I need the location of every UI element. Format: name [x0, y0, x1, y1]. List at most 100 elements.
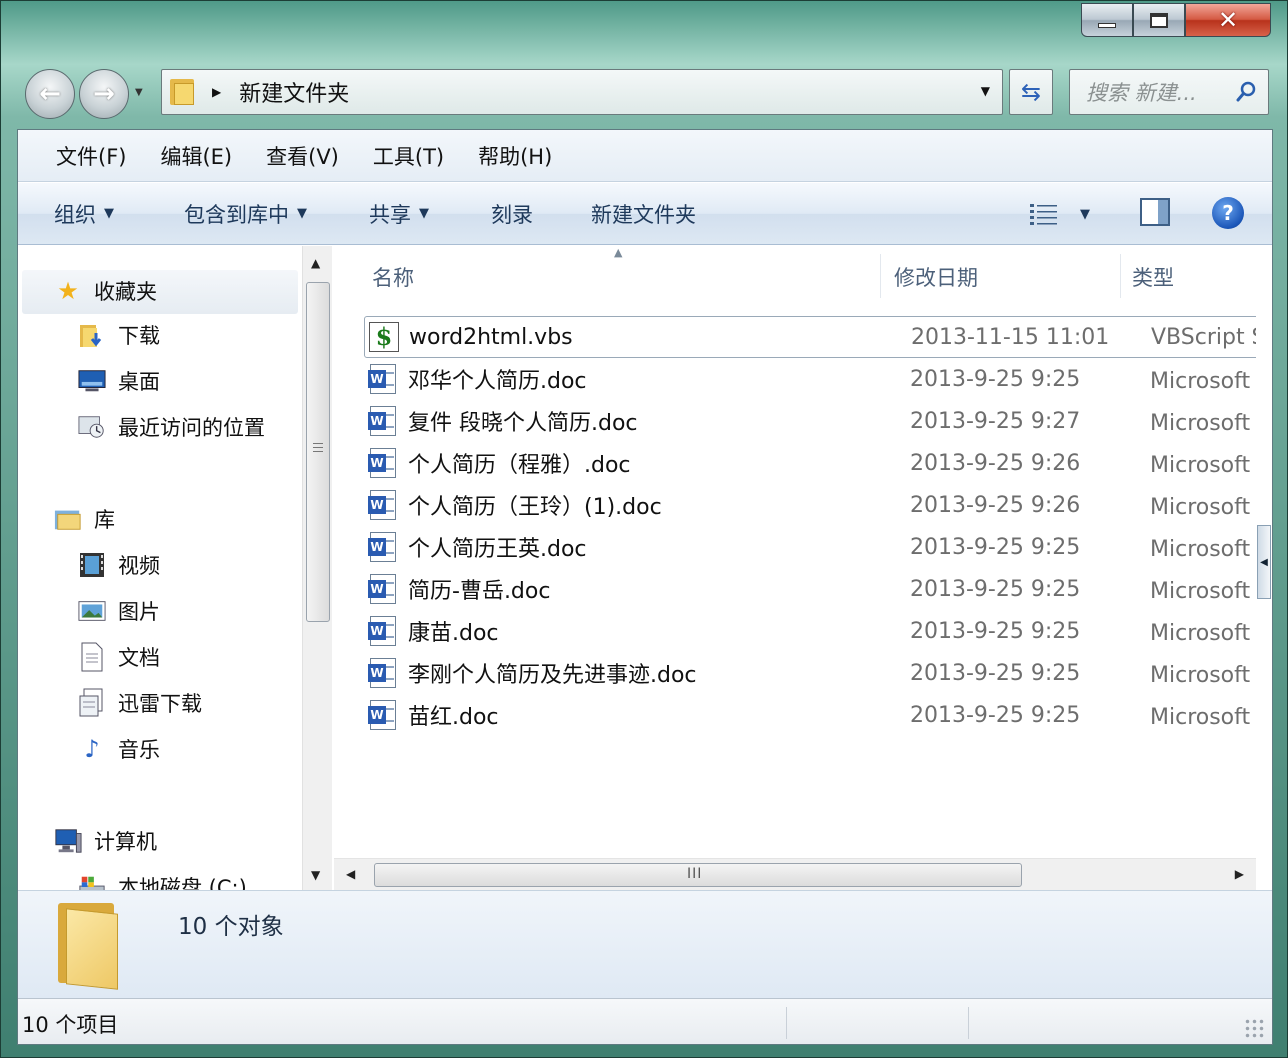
file-name: 个人简历（程雅）.doc [408, 453, 631, 478]
sidebar-item-local-disk[interactable]: 本地磁盘 (C:) [78, 872, 247, 890]
sidebar-item-downloads[interactable]: 下载 [78, 320, 160, 350]
collapse-pane-tab[interactable]: ◀ [1257, 525, 1271, 599]
file-row[interactable]: W 个人简历（程雅）.doc 2013-9-25 9:26 Microsoft … [364, 442, 1256, 484]
sidebar-item-documents[interactable]: 文档 [78, 642, 160, 672]
horizontal-scrollbar[interactable]: ◀ III ▶ [334, 858, 1256, 890]
breadcrumb-separator-icon[interactable]: ▶ [212, 85, 221, 99]
file-name: 复件 段晓个人简历.doc [408, 411, 638, 436]
file-date: 2013-9-25 9:26 [910, 492, 1081, 518]
status-bar: 10 个项目 [18, 998, 1272, 1044]
include-in-library-button[interactable]: 包含到库中 ▼ [184, 199, 307, 229]
menu-help[interactable]: 帮助(H) [478, 141, 552, 171]
file-row[interactable]: W 邓华个人简历.doc 2013-9-25 9:25 Microsoft Of… [364, 358, 1256, 400]
sidebar-item-thunder-downloads[interactable]: 迅雷下载 [78, 688, 202, 718]
navigation-pane-scrollbar[interactable]: ▲ ▼ [302, 246, 332, 890]
scroll-up-icon[interactable]: ▲ [311, 256, 320, 270]
file-date: 2013-9-25 9:25 [910, 576, 1081, 602]
sidebar-item-desktop[interactable]: 桌面 [78, 366, 160, 396]
scroll-right-icon[interactable]: ▶ [1235, 867, 1244, 881]
sidebar-item-label: 本地磁盘 (C:) [118, 876, 247, 890]
explorer-client-area: 文件(F) 编辑(E) 查看(V) 工具(T) 帮助(H) 组织 ▼ 包含到库中 ▼… [17, 129, 1273, 1045]
minimize-button[interactable] [1081, 3, 1133, 37]
file-row[interactable]: W 苗红.doc 2013-9-25 9:25 Microsoft Office… [364, 694, 1256, 736]
address-dropdown-icon[interactable]: ▼ [981, 84, 990, 98]
preview-pane-button[interactable] [1140, 198, 1170, 226]
close-icon: ✕ [1217, 6, 1239, 34]
file-date: 2013-9-25 9:26 [910, 450, 1081, 476]
scroll-thumb[interactable]: III [374, 863, 1022, 887]
help-button[interactable]: ? [1212, 197, 1244, 229]
column-header-date[interactable]: 修改日期 [894, 262, 978, 292]
status-divider [968, 1007, 969, 1039]
file-type: Microsoft Office Word 97 - 2003 文档 [1150, 705, 1256, 730]
search-input[interactable]: 搜索 新建... [1069, 69, 1269, 115]
caption-buttons: ✕ [1081, 3, 1271, 39]
burn-label: 刻录 [491, 202, 533, 227]
menu-view[interactable]: 查看(V) [266, 141, 339, 171]
word-doc-icon: W [368, 532, 398, 562]
navigation-row: ← → ▼ ▶ 新建文件夹 ▼ ⇆ 搜索 新建... [21, 67, 1273, 119]
file-row[interactable]: W 个人简历（王玲）(1).doc 2013-9-25 9:26 Microso… [364, 484, 1256, 526]
organize-button[interactable]: 组织 ▼ [54, 199, 114, 229]
column-header-name[interactable]: 名称 [372, 262, 414, 292]
refresh-icon: ⇆ [1020, 78, 1042, 106]
recent-pages-dropdown[interactable]: ▼ [135, 87, 143, 98]
file-row[interactable]: W 李刚个人简历及先进事迹.doc 2013-9-25 9:25 Microso… [364, 652, 1256, 694]
file-type: Microsoft Office Word 97 - 2003 文档 [1150, 663, 1256, 688]
sidebar-libraries-label: 库 [94, 508, 115, 532]
word-doc-icon: W [368, 700, 398, 730]
change-view-button[interactable]: ▼ [1030, 203, 1090, 225]
sidebar-libraries-header[interactable]: 库 [54, 504, 115, 534]
resize-grip-icon[interactable] [1244, 1018, 1266, 1040]
video-icon [78, 551, 106, 579]
menu-tools[interactable]: 工具(T) [373, 141, 444, 171]
file-row[interactable]: W 简历-曹岳.doc 2013-9-25 9:25 Microsoft Off… [364, 568, 1256, 610]
maximize-button[interactable] [1133, 3, 1185, 37]
breadcrumb-current-folder[interactable]: 新建文件夹 [239, 76, 349, 108]
forward-button[interactable]: → [79, 69, 129, 119]
status-divider [786, 1007, 787, 1039]
scroll-down-icon[interactable]: ▼ [311, 868, 320, 882]
share-button[interactable]: 共享 ▼ [369, 199, 429, 229]
column-header-type[interactable]: 类型 [1132, 262, 1174, 292]
file-row[interactable]: $ word2html.vbs 2013-11-15 11:01 VBScrip… [364, 316, 1256, 358]
sidebar-item-recent-places[interactable]: 最近访问的位置 [78, 412, 265, 442]
file-date: 2013-9-25 9:25 [910, 702, 1081, 728]
new-folder-button[interactable]: 新建文件夹 [591, 199, 696, 229]
menu-file[interactable]: 文件(F) [56, 141, 126, 171]
column-headers: ▲ 名称 修改日期 类型 [334, 246, 1256, 308]
file-row[interactable]: W 个人简历王英.doc 2013-9-25 9:25 Microsoft Of… [364, 526, 1256, 568]
include-in-library-label: 包含到库中 [184, 202, 289, 227]
back-button[interactable]: ← [25, 69, 75, 119]
sidebar-item-music[interactable]: ♪ 音乐 [78, 734, 160, 764]
menu-edit[interactable]: 编辑(E) [160, 141, 232, 171]
sidebar-item-label: 音乐 [118, 738, 160, 762]
help-icon: ? [1222, 201, 1234, 225]
search-icon[interactable] [1236, 80, 1258, 102]
sidebar-favorites-header[interactable]: ★ 收藏夹 [54, 276, 157, 306]
close-button[interactable]: ✕ [1185, 3, 1271, 37]
status-item-count: 10 个项目 [22, 1013, 119, 1037]
file-row[interactable]: W 康苗.doc 2013-9-25 9:25 Microsoft Office… [364, 610, 1256, 652]
column-divider[interactable] [880, 254, 881, 298]
file-type: Microsoft Office Word 97 - 2003 文档 [1150, 495, 1256, 520]
scroll-thumb[interactable] [306, 282, 330, 622]
scroll-left-icon[interactable]: ◀ [346, 867, 355, 881]
folder-icon [170, 79, 198, 105]
desktop-icon [78, 367, 106, 395]
sidebar-item-pictures[interactable]: 图片 [78, 596, 160, 626]
file-type: Microsoft Office Word 97 - 2003 文档 [1150, 453, 1256, 478]
chevron-down-icon[interactable]: ▼ [1080, 207, 1090, 222]
burn-button[interactable]: 刻录 [491, 199, 533, 229]
sidebar-computer-header[interactable]: 计算机 [54, 826, 157, 856]
grip-icon: III [687, 866, 703, 882]
file-row[interactable]: W 复件 段晓个人简历.doc 2013-9-25 9:27 Microsoft… [364, 400, 1256, 442]
sidebar-item-videos[interactable]: 视频 [78, 550, 160, 580]
column-divider[interactable] [1120, 254, 1121, 298]
refresh-button[interactable]: ⇆ [1009, 69, 1053, 115]
preview-pane-icon [1158, 200, 1168, 224]
file-type: Microsoft Office Word 97 - 2003 文档 [1150, 621, 1256, 646]
organize-label: 组织 [54, 202, 96, 227]
sidebar-item-label: 最近访问的位置 [118, 416, 265, 440]
address-bar[interactable]: ▶ 新建文件夹 ▼ [161, 69, 1003, 115]
